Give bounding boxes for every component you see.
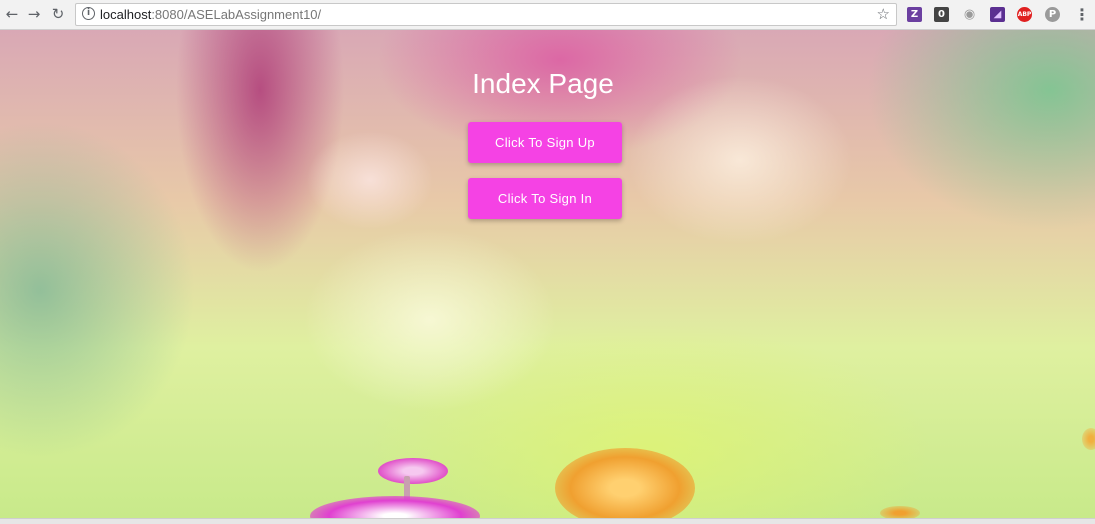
purple-extension-icon[interactable]: ◢ — [990, 7, 1005, 22]
p-extension-icon[interactable]: P — [1045, 7, 1060, 22]
sign-up-button[interactable]: Click To Sign Up — [468, 122, 622, 163]
browser-toolbar: ← → ↻ i localhost:8080/ASELabAssignment1… — [0, 0, 1095, 30]
info-icon[interactable]: i — [82, 7, 95, 20]
page-background: Index Page Click To Sign Up Click To Sig… — [0, 30, 1095, 518]
url-path: :8080/ASELabAssignment10/ — [151, 7, 322, 22]
address-bar[interactable]: i localhost:8080/ASELabAssignment10/ ☆ — [75, 3, 897, 26]
url-text[interactable]: localhost:8080/ASELabAssignment10/ — [100, 7, 321, 22]
browser-menu-icon[interactable]: ⋮ — [1074, 5, 1090, 25]
url-host: localhost — [100, 7, 152, 22]
bookmark-star-icon[interactable]: ☆ — [877, 5, 890, 23]
back-arrow-icon[interactable]: ← — [2, 4, 22, 24]
camera-icon[interactable]: ◉ — [962, 7, 977, 22]
reload-icon[interactable]: ↻ — [48, 4, 68, 24]
sign-in-button[interactable]: Click To Sign In — [468, 178, 622, 219]
zotero-icon[interactable]: Z — [907, 7, 922, 22]
adblock-plus-icon[interactable]: ABP — [1017, 7, 1032, 22]
bottom-scrollbar[interactable] — [0, 518, 1095, 524]
forward-arrow-icon[interactable]: → — [24, 4, 44, 24]
page-title: Index Page — [472, 68, 614, 99]
shield-extension-icon[interactable]: 0 — [934, 7, 949, 22]
